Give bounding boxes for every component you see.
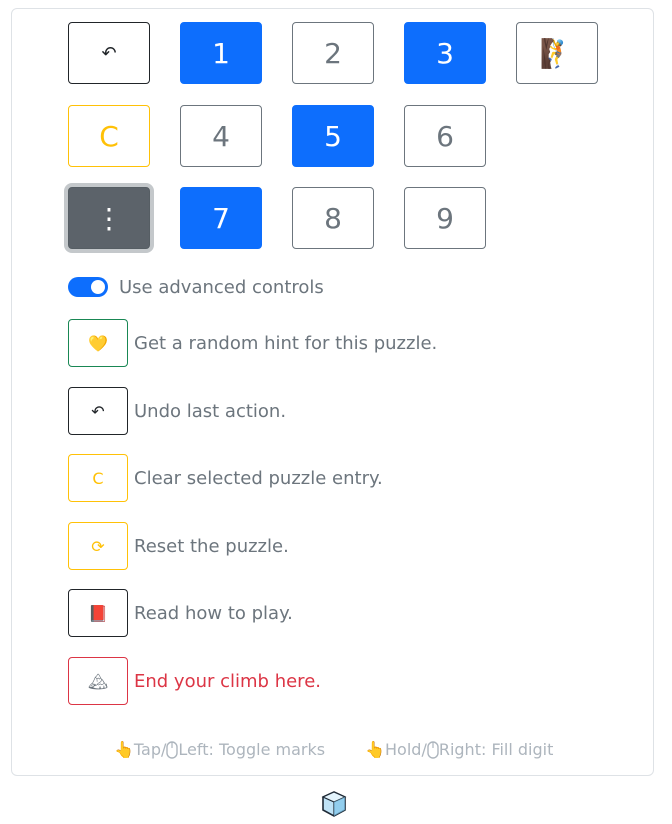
digit-label: 5	[324, 119, 342, 153]
reset-button[interactable]: ⟳	[68, 522, 128, 570]
undo-button[interactable]: ↶	[68, 387, 128, 435]
reset-row: ⟳ Reset the puzzle.	[68, 522, 289, 570]
end-climb-row: 🏔 End your climb here.	[68, 657, 321, 705]
digit-key-3[interactable]: 3	[404, 22, 486, 84]
clear-description: Clear selected puzzle entry.	[134, 467, 383, 489]
hold-label: Hold/	[385, 740, 427, 759]
mouse-icon	[427, 740, 439, 759]
fill-digit-hint: 👆 Hold/ Right: Fill digit	[365, 740, 553, 759]
digit-label: 9	[436, 201, 454, 235]
undo-icon: ↶	[91, 401, 105, 421]
undo-key[interactable]: ↶	[68, 22, 150, 84]
mouse-icon	[166, 740, 179, 759]
heart-hands-icon: 💛	[88, 333, 108, 353]
input-hints: 👆 Tap/ Left: Toggle marks 👆 Hold/ Right:…	[114, 740, 553, 759]
undo-description: Undo last action.	[134, 400, 287, 422]
help-row: 📕 Read how to play.	[68, 589, 293, 637]
end-climb-button[interactable]: 🏔	[68, 657, 128, 705]
toggle-marks-hint: 👆 Tap/ Left: Toggle marks	[114, 740, 325, 759]
digit-key-4[interactable]: 4	[180, 105, 262, 167]
digit-key-8[interactable]: 8	[292, 187, 374, 249]
digit-key-1[interactable]: 1	[180, 22, 262, 84]
help-description: Read how to play.	[134, 602, 293, 624]
pointing-hand-icon: 👆	[114, 740, 134, 759]
digit-key-5[interactable]: 5	[292, 105, 374, 167]
reset-description: Reset the puzzle.	[134, 535, 289, 557]
undo-row: ↶ Undo last action.	[68, 387, 286, 435]
advanced-controls-toggle[interactable]	[68, 277, 108, 297]
clear-row: C Clear selected puzzle entry.	[68, 454, 383, 502]
clear-icon: C	[92, 468, 104, 488]
advanced-controls-label: Use advanced controls	[119, 276, 324, 298]
vertical-ellipsis-icon: ⋮	[95, 201, 123, 235]
reset-icon: ⟳	[91, 536, 105, 556]
right-click-label: Right: Fill digit	[438, 740, 554, 759]
hint-row: 💛 Get a random hint for this puzzle.	[68, 319, 437, 367]
clear-icon: C	[99, 119, 119, 153]
book-icon: 📕	[88, 603, 108, 623]
clear-key[interactable]: C	[68, 105, 150, 167]
digit-label: 2	[324, 36, 342, 70]
pointing-hand-icon: 👆	[365, 740, 386, 759]
left-click-label: Left: Toggle marks	[178, 740, 326, 759]
digit-label: 6	[436, 119, 454, 153]
digit-key-2[interactable]: 2	[292, 22, 374, 84]
climber-icon: 🧗	[539, 36, 575, 70]
digit-label: 1	[212, 36, 230, 70]
help-button[interactable]: 📕	[68, 589, 128, 637]
hint-description: Get a random hint for this puzzle.	[134, 332, 438, 354]
digit-label: 3	[436, 36, 454, 70]
advanced-controls-row: Use advanced controls	[68, 274, 324, 300]
toggle-knob	[91, 280, 105, 294]
climber-key[interactable]: 🧗	[516, 22, 598, 84]
digit-label: 4	[212, 119, 230, 153]
mountain-flag-icon: 🏔	[87, 671, 109, 691]
end-climb-description: End your climb here.	[134, 670, 321, 692]
more-options-key[interactable]: ⋮	[68, 187, 150, 249]
digit-key-9[interactable]: 9	[404, 187, 486, 249]
digit-key-6[interactable]: 6	[404, 105, 486, 167]
undo-icon: ↶	[101, 42, 117, 64]
tap-label: Tap/	[133, 740, 167, 759]
digit-label: 8	[324, 201, 342, 235]
clear-button[interactable]: C	[68, 454, 128, 502]
ice-cube-icon[interactable]	[320, 790, 348, 818]
digit-key-7[interactable]: 7	[180, 187, 262, 249]
digit-label: 7	[212, 201, 230, 235]
hint-button[interactable]: 💛	[68, 319, 128, 367]
